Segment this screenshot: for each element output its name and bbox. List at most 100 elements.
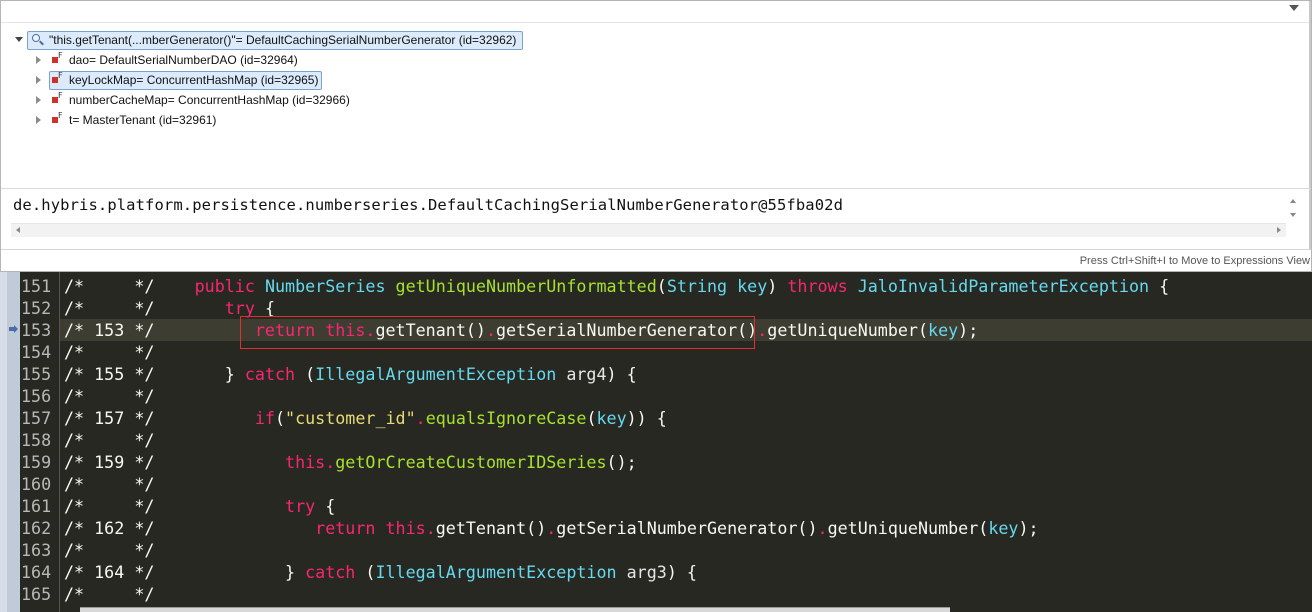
field-node[interactable]: Fdao= DefaultSerialNumberDAO (id=32964) <box>51 50 298 70</box>
exception-type: IllegalArgumentException <box>315 364 557 384</box>
line-marker-comment: /* 164 */ <box>64 562 155 582</box>
tree-field-numbercachemap[interactable]: FnumberCacheMap= ConcurrentHashMap (id=3… <box>11 90 1291 110</box>
argument[interactable]: key <box>988 518 1018 538</box>
private-field-icon: F <box>51 112 63 125</box>
field-node[interactable]: Ft= MasterTenant (id=32961) <box>51 110 216 130</box>
code-line-151[interactable]: 151 /* */ public NumberSeries getUniqueN… <box>0 275 1312 297</box>
field-label: keyLockMap= ConcurrentHashMap (id=32965) <box>69 73 319 87</box>
expression-highlight-box <box>240 316 755 349</box>
private-field-icon: F <box>51 72 63 85</box>
code-line-162[interactable]: 162 /* 162 */ return this.getTenant().ge… <box>0 517 1312 539</box>
code-line-161[interactable]: 161 /* */ try { <box>0 495 1312 517</box>
tree-field-dao[interactable]: Fdao= DefaultSerialNumberDAO (id=32964) <box>11 50 1291 70</box>
field-node-selected[interactable]: FkeyLockMap= ConcurrentHashMap (id=32965… <box>49 71 323 90</box>
code-line-158[interactable]: 158 /* */ <box>0 429 1312 451</box>
exception-type: IllegalArgumentException <box>375 562 617 582</box>
code-editor[interactable]: 151 /* */ public NumberSeries getUniqueN… <box>0 272 1312 612</box>
method-call[interactable]: getOrCreateCustomerIDSeries <box>335 452 606 472</box>
line-number: 162 <box>21 518 52 538</box>
catch-variable[interactable]: arg4 <box>566 364 606 384</box>
code-line-156[interactable]: 156 /* */ <box>0 385 1312 407</box>
tree-field-t[interactable]: Ft= MasterTenant (id=32961) <box>11 110 1291 130</box>
line-number: 160 <box>21 474 52 494</box>
view-menu-chevron-down-icon[interactable] <box>1289 5 1299 11</box>
code-line-155[interactable]: 155 /* 155 */ } catch (IllegalArgumentEx… <box>0 363 1312 385</box>
keyword-return: return <box>315 518 376 538</box>
line-marker-comment: /* */ <box>64 386 155 406</box>
argument[interactable]: key <box>928 320 958 340</box>
string-literal: "customer_id" <box>285 408 416 428</box>
field-node[interactable]: FnumberCacheMap= ConcurrentHashMap (id=3… <box>51 90 350 110</box>
method-call[interactable]: equalsIgnoreCase <box>426 408 587 428</box>
keyword-public: public <box>194 276 255 296</box>
keyword-this: this <box>385 518 426 538</box>
line-number: 152 <box>21 298 52 318</box>
keyword-this: this <box>285 452 326 472</box>
line-marker-comment: /* */ <box>64 276 155 296</box>
expand-toggle-icon[interactable] <box>33 90 43 110</box>
scroll-right-icon[interactable] <box>1277 227 1281 233</box>
code-line-165[interactable]: 165 /* */ <box>0 583 1312 605</box>
argument[interactable]: key <box>596 408 626 428</box>
line-number: 156 <box>21 386 52 406</box>
expand-toggle-icon[interactable] <box>33 50 43 70</box>
expand-toggle-icon[interactable] <box>33 70 43 90</box>
code-line-164[interactable]: 164 /* 164 */ } catch (IllegalArgumentEx… <box>0 561 1312 583</box>
line-number: 153 <box>21 320 52 340</box>
line-marker-comment: /* */ <box>64 496 155 516</box>
keyword-try: try <box>224 298 255 318</box>
popup-border <box>1309 1 1311 271</box>
inspect-popup: "this.getTenant(...mberGenerator()"= Def… <box>0 0 1312 272</box>
line-marker-comment: /* 155 */ <box>64 364 155 384</box>
field-label: numberCacheMap= ConcurrentHashMap (id=32… <box>69 93 350 107</box>
param-type: String <box>666 276 728 296</box>
line-number: 164 <box>21 562 52 582</box>
private-field-icon: F <box>51 52 63 65</box>
code-line-159[interactable]: 159 /* 159 */ this.getOrCreateCustomerID… <box>0 451 1312 473</box>
detail-vertical-scrollbar[interactable] <box>1285 195 1301 223</box>
code-line-160[interactable]: 160 /* */ <box>0 473 1312 495</box>
move-to-expressions-hint[interactable]: Press Ctrl+Shift+I to Move to Expression… <box>1080 255 1310 267</box>
code-line-157[interactable]: 157 /* 157 */ if("customer_id".equalsIgn… <box>0 407 1312 429</box>
root-expression[interactable]: "this.getTenant(...mberGenerator()"= Def… <box>27 31 524 50</box>
scroll-left-icon[interactable] <box>16 227 20 233</box>
method-call[interactable]: getSerialNumberGenerator <box>556 518 797 538</box>
line-marker-comment: /* */ <box>64 474 155 494</box>
variable-tree: "this.getTenant(...mberGenerator()"= Def… <box>11 30 1291 130</box>
scroll-up-icon[interactable] <box>1290 199 1296 203</box>
detail-divider[interactable] <box>1 188 1311 189</box>
method-call[interactable]: getTenant <box>436 518 526 538</box>
return-type: NumberSeries <box>264 276 386 296</box>
keyword-catch: catch <box>305 562 356 582</box>
editor-horizontal-scrollbar[interactable] <box>80 607 950 612</box>
tree-root-row[interactable]: "this.getTenant(...mberGenerator()"= Def… <box>11 30 1291 50</box>
keyword-catch: catch <box>244 364 296 384</box>
catch-variable[interactable]: arg3 <box>627 562 667 582</box>
tree-field-keylockmap[interactable]: FkeyLockMap= ConcurrentHashMap (id=32965… <box>11 70 1291 90</box>
method-call[interactable]: getUniqueNumber <box>767 320 918 340</box>
popup-toolbar <box>1 1 1311 23</box>
scroll-down-icon[interactable] <box>1290 213 1296 217</box>
line-marker-comment: /* 162 */ <box>64 518 155 538</box>
method-call[interactable]: getUniqueNumber <box>828 518 979 538</box>
code-line-163[interactable]: 163 /* */ <box>0 539 1312 561</box>
method-name[interactable]: getUniqueNumberUnformatted <box>396 276 657 296</box>
line-number: 154 <box>21 342 52 362</box>
line-marker-comment: /* 159 */ <box>64 452 155 472</box>
keyword-if: if <box>254 408 275 428</box>
line-number: 155 <box>21 364 52 384</box>
param-name[interactable]: key <box>737 276 767 296</box>
line-number: 151 <box>21 276 52 296</box>
line-marker-comment: /* */ <box>64 342 155 362</box>
line-marker-comment: /* */ <box>64 298 155 318</box>
detail-value-text[interactable]: de.hybris.platform.persistence.numberser… <box>13 196 843 214</box>
field-label: t= MasterTenant (id=32961) <box>69 113 217 127</box>
line-number: 158 <box>21 430 52 450</box>
expand-toggle-icon[interactable] <box>33 110 43 130</box>
root-expression-label: "this.getTenant(...mberGenerator()"= Def… <box>49 33 517 47</box>
detail-horizontal-scrollbar[interactable] <box>11 223 1286 237</box>
exception-type: JaloInvalidParameterException <box>857 276 1150 296</box>
line-number: 161 <box>21 496 52 516</box>
keyword-throws: throws <box>787 276 848 296</box>
expand-toggle-icon[interactable] <box>13 30 23 50</box>
